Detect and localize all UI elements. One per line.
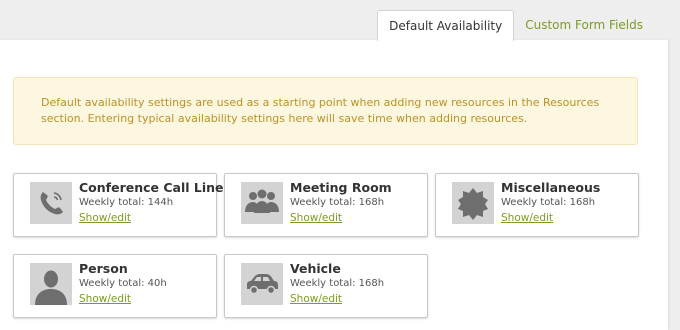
resource-card-miscellaneous: Miscellaneous Weekly total: 168h Show/ed… [435, 173, 639, 237]
resource-weekly-total: Weekly total: 168h [290, 278, 385, 289]
person-icon [30, 263, 72, 305]
resource-card-person: Person Weekly total: 40h Show/edit [13, 254, 217, 318]
resource-title: Miscellaneous [501, 180, 601, 195]
group-icon [241, 182, 283, 224]
car-icon [241, 263, 283, 305]
tab-bar: Default Availability Custom Form Fields [377, 10, 654, 41]
show-edit-link[interactable]: Show/edit [290, 293, 342, 305]
show-edit-link[interactable]: Show/edit [501, 212, 553, 224]
resource-card-meeting-room: Meeting Room Weekly total: 168h Show/edi… [224, 173, 428, 237]
resource-weekly-total: Weekly total: 144h [79, 197, 174, 208]
starburst-icon [452, 182, 494, 224]
resource-weekly-total: Weekly total: 40h [79, 278, 167, 289]
tab-custom-form-fields[interactable]: Custom Form Fields [514, 10, 654, 41]
resource-card-vehicle: Vehicle Weekly total: 168h Show/edit [224, 254, 428, 318]
resource-title: Person [79, 261, 128, 276]
tab-default-availability[interactable]: Default Availability [377, 10, 515, 41]
resource-title: Meeting Room [290, 180, 392, 195]
phone-icon [30, 182, 72, 224]
resource-title: Vehicle [290, 261, 341, 276]
resource-weekly-total: Weekly total: 168h [501, 197, 596, 208]
show-edit-link[interactable]: Show/edit [290, 212, 342, 224]
show-edit-link[interactable]: Show/edit [79, 212, 131, 224]
resource-title: Conference Call Line [79, 180, 224, 195]
resource-weekly-total: Weekly total: 168h [290, 197, 385, 208]
tab-panel: Default availability settings are used a… [0, 40, 668, 330]
info-notice: Default availability settings are used a… [13, 77, 638, 145]
resource-card-conference-call-line: Conference Call Line Weekly total: 144h … [13, 173, 224, 237]
show-edit-link[interactable]: Show/edit [79, 293, 131, 305]
